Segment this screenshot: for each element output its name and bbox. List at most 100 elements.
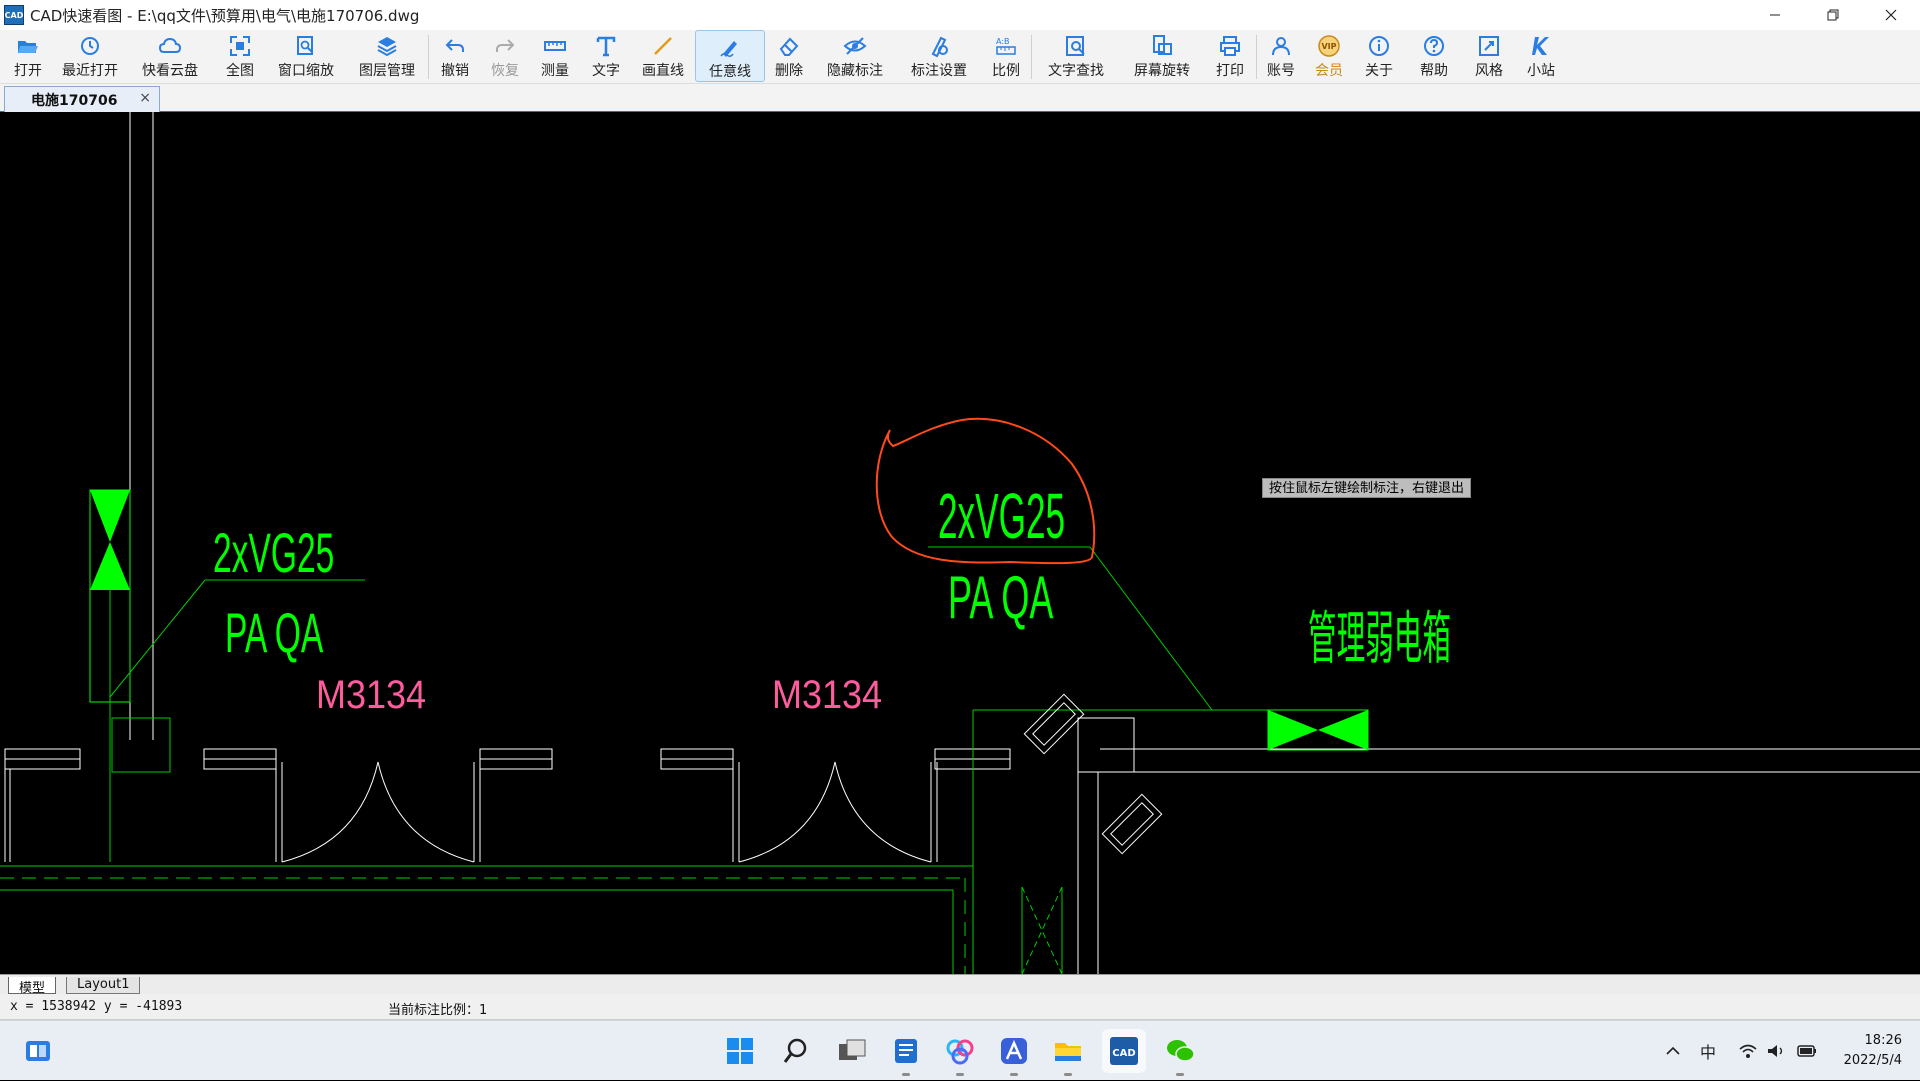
toolbar-button-label: 屏幕旋转 [1134,63,1190,79]
toolbar-redo-button[interactable]: 恢复 [481,30,529,82]
cad-viewer-icon: CAD [1110,1037,1138,1065]
close-tab-icon[interactable]: × [139,90,151,106]
site-icon [1532,37,1549,55]
battery-icon [1797,1045,1816,1057]
toolbar-button-label: 测量 [541,63,569,79]
toolbar-undo-button[interactable]: 撤销 [429,30,481,82]
close-button[interactable] [1862,0,1920,30]
box-label: 管理弱电箱 [1308,605,1451,672]
start-icon [727,1038,753,1064]
toolbar-vip-button[interactable]: VIP 会员 [1305,30,1353,82]
printer-icon [1220,36,1240,56]
widgets-icon [26,1041,50,1061]
toolbar-window-zoom-button[interactable]: 窗口缩放 [266,30,346,82]
close-icon [1885,9,1897,21]
toolbar-info-button[interactable]: 关于 [1353,30,1405,82]
title-bar: CAD CAD快速看图 - E:\qq文件\预算用\电气\电施170706.dw… [0,0,1920,30]
toolbar-text-button[interactable]: 文字 [581,30,631,82]
document-tab-bar: 电施170706 × [0,84,1920,112]
toolbar-fit-all-button[interactable]: 全图 [214,30,266,82]
typora-icon [1001,1038,1027,1064]
taskbar-app-file-explorer[interactable] [1052,1035,1084,1076]
toolbar-folder-open-button[interactable]: 打开 [2,30,54,82]
svg-text:CAD: CAD [1112,1048,1135,1059]
document-tab-label: 电施170706 [31,92,118,109]
file-explorer-icon [1055,1043,1081,1061]
drawing-canvas[interactable]: 2xVG25 PA QA M3134 M3134 2xVG25 PA QA 管理… [0,112,1920,974]
window-zoom-icon [297,36,313,55]
cad-drawing: 2xVG25 PA QA M3134 M3134 2xVG25 PA QA 管理… [0,112,1920,974]
toolbar-button-label: 隐藏标注 [827,63,883,79]
cable-label-left: 2xVG25 [213,521,334,584]
fit-all-icon [230,36,250,56]
search-icon [783,1038,807,1063]
annotation-scale: 当前标注比例：1 [388,1003,488,1018]
valve-symbol-right [1267,709,1369,751]
taskbar-app-baidu-netdisk[interactable] [944,1035,976,1076]
baidu-netdisk-icon [946,1039,974,1065]
toolbar-button-label: 删除 [775,63,803,79]
toolbar-button-label: 文字 [592,63,620,79]
cable-label-right: 2xVG25 [938,480,1065,552]
layout-tab-layout1[interactable]: Layout1 [66,977,141,994]
toolbar-button-label: 风格 [1475,63,1503,79]
task-view-button[interactable] [836,1035,868,1067]
toolbar-help-button[interactable]: 帮助 [1405,30,1463,82]
toolbar-button-label: 关于 [1365,63,1393,79]
toolbar-cloud-button[interactable]: 快看云盘 [126,30,214,82]
toolbar-style-button[interactable]: 风格 [1463,30,1515,82]
eye-hide-icon [843,37,867,55]
window-title: CAD快速看图 - E:\qq文件\预算用\电气\电施170706.dwg [30,6,420,25]
ruler-icon [544,41,566,51]
toolbar-rotate-screen-button[interactable]: 屏幕旋转 [1120,30,1204,82]
taskbar-app-typora[interactable] [998,1035,1030,1076]
layout-tab-model[interactable]: 模型 [8,977,57,996]
layers-icon [377,37,397,57]
toolbar-freehand-pen-button[interactable]: 任意线 [695,30,765,82]
toolbar-layers-button[interactable]: 图层管理 [346,30,428,82]
toolbar-ruler-button[interactable]: 测量 [529,30,581,82]
battery-status[interactable] [1796,1021,1818,1081]
toolbar-button-label: 全图 [226,63,254,79]
valve-symbol-left [89,489,131,862]
taskbar-app-cad-viewer[interactable]: CAD [1102,1029,1146,1073]
door-label-left: M3134 [316,673,426,717]
eraser-icon [779,37,799,56]
taskbar-app-wechat[interactable] [1164,1035,1196,1076]
toolbar-annotation-settings-button[interactable]: 标注设置 [897,30,981,82]
help-icon [1424,36,1444,56]
widgets-button[interactable] [22,1035,54,1067]
toolbar-line-button[interactable]: 画直线 [631,30,695,82]
document-tab[interactable]: 电施170706 × [4,86,160,112]
toolbar-eraser-button[interactable]: 删除 [765,30,813,82]
toolbar-eye-hide-button[interactable]: 隐藏标注 [813,30,897,82]
restore-icon [1827,9,1839,21]
system-clock[interactable]: 18:26 2022/5/4 [1844,1031,1902,1071]
text-icon [596,36,616,57]
history-icon [81,37,99,55]
taskbar-search-button[interactable] [780,1035,812,1067]
network-status[interactable] [1738,1021,1758,1081]
toolbar-printer-button[interactable]: 打印 [1204,30,1256,82]
taskbar-app-notepad[interactable] [890,1035,922,1076]
wechat-icon [1167,1040,1195,1062]
toolbar-history-button[interactable]: 最近打开 [54,30,126,82]
style-icon [1479,36,1499,56]
restore-button[interactable] [1804,0,1862,30]
toolbar-user-button[interactable]: 账号 [1257,30,1305,82]
toolbar-text-search-button[interactable]: 文字查找 [1032,30,1120,82]
toolbar-button-label: 画直线 [642,63,684,79]
toolbar-scale-button[interactable]: A:B 比例 [981,30,1031,82]
freehand-pen-icon [720,41,737,58]
minimize-button[interactable] [1746,0,1804,30]
vip-icon: VIP [1318,35,1340,57]
svg-text:VIP: VIP [1321,42,1336,51]
start-button[interactable] [724,1035,756,1067]
scale-icon: A:B [996,37,1016,55]
ime-indicator[interactable]: 中 [1700,1021,1716,1081]
toolbar-site-button[interactable]: 小站 [1515,30,1567,82]
toolbar-button-label: 任意线 [709,64,751,80]
tray-overflow[interactable] [1664,1021,1682,1081]
user-icon [1272,37,1290,56]
volume-control[interactable] [1766,1021,1786,1081]
